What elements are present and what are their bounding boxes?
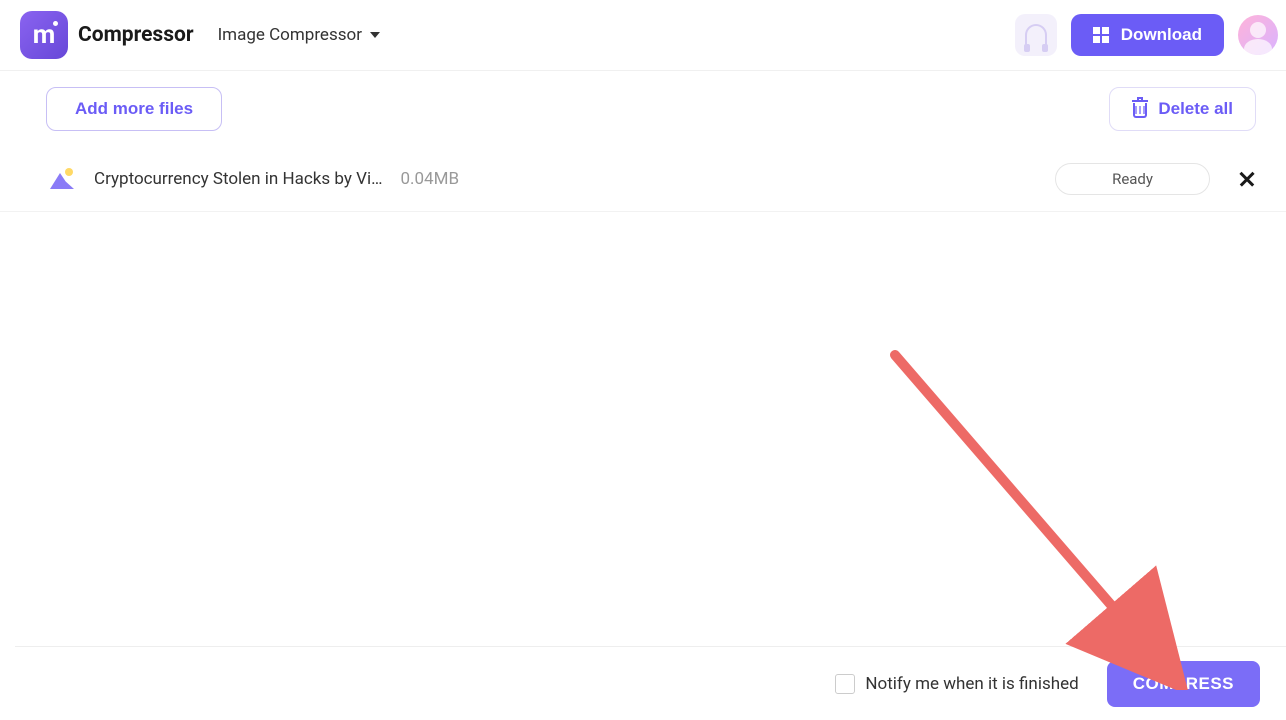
annotation-arrow <box>880 350 1200 690</box>
status-badge: Ready <box>1055 163 1210 195</box>
notify-checkbox[interactable] <box>835 674 855 694</box>
mode-dropdown[interactable]: Image Compressor <box>218 25 380 45</box>
image-file-icon <box>48 167 76 191</box>
support-button[interactable] <box>1015 14 1057 56</box>
file-row: Cryptocurrency Stolen in Hacks by Vi… 0.… <box>0 147 1286 212</box>
chevron-down-icon <box>370 32 380 38</box>
file-size: 0.04MB <box>400 169 459 189</box>
trash-icon <box>1132 100 1148 118</box>
download-label: Download <box>1121 25 1202 45</box>
header-left: m Compressor Image Compressor <box>20 11 380 59</box>
file-toolbar: Add more files Delete all <box>0 71 1286 147</box>
header-right: Download <box>1015 14 1266 56</box>
footer-bar: Notify me when it is finished COMPRESS <box>15 646 1286 720</box>
app-title: Compressor <box>78 23 194 47</box>
headphone-icon <box>1025 24 1047 46</box>
windows-icon <box>1093 27 1109 43</box>
add-files-button[interactable]: Add more files <box>46 87 222 131</box>
mode-label: Image Compressor <box>218 25 362 45</box>
delete-label: Delete all <box>1158 99 1233 119</box>
file-row-right: Ready <box>1055 163 1256 195</box>
user-avatar[interactable] <box>1238 15 1278 55</box>
app-header: m Compressor Image Compressor Download <box>0 0 1286 71</box>
compress-button[interactable]: COMPRESS <box>1107 661 1260 707</box>
delete-all-button[interactable]: Delete all <box>1109 87 1256 131</box>
download-button[interactable]: Download <box>1071 14 1224 56</box>
notify-label: Notify me when it is finished <box>865 674 1078 694</box>
notify-group: Notify me when it is finished <box>835 674 1078 694</box>
remove-file-button[interactable] <box>1238 170 1256 188</box>
app-logo: m <box>20 11 68 59</box>
file-name: Cryptocurrency Stolen in Hacks by Vi… <box>94 169 382 189</box>
